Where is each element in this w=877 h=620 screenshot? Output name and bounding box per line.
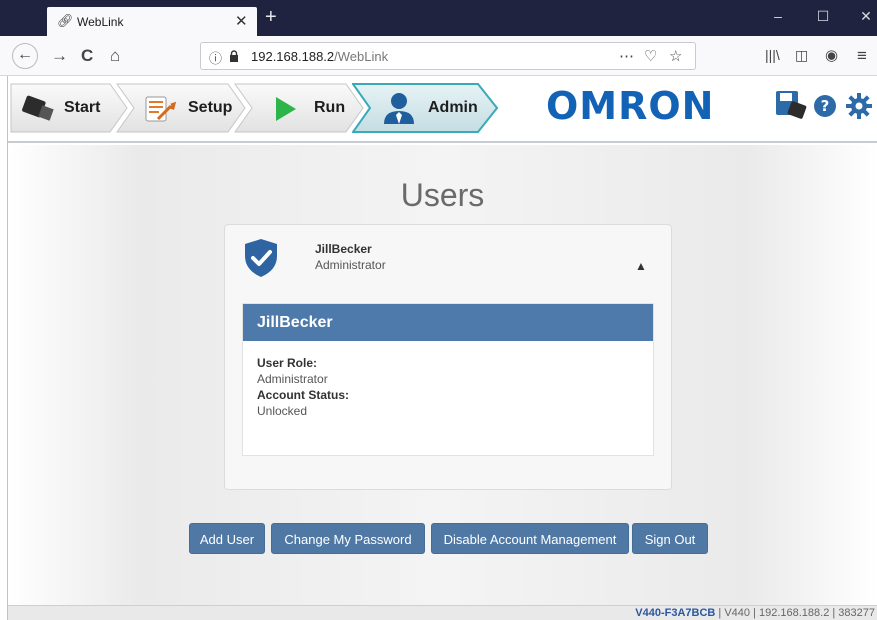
change-password-button[interactable]: Change My Password	[271, 523, 425, 554]
step-run[interactable]: Run	[234, 83, 364, 133]
url-host: 192.168.188.2	[251, 49, 335, 64]
shield-check-icon	[245, 239, 277, 277]
svg-text:?: ?	[821, 97, 830, 115]
status-text: V440-F3A7BCB | V440 | 192.168.188.2 | 38…	[635, 607, 875, 619]
omron-logo: OMRON	[546, 84, 715, 128]
back-icon[interactable]: ←	[12, 43, 38, 69]
browser-titlebar: 🔗︎ WebLink ✕ + – ☐ ✕	[0, 0, 877, 36]
home-icon[interactable]: ⌂	[110, 46, 120, 66]
disable-account-management-button[interactable]: Disable Account Management	[431, 523, 629, 554]
page-title: Users	[400, 177, 485, 213]
app-header: Start Setup Run Admin OMRON ?	[8, 77, 877, 143]
gear-icon[interactable]	[846, 93, 872, 119]
close-tab-icon[interactable]: ✕	[235, 12, 248, 30]
account-status-label: Account Status:	[257, 388, 350, 402]
detail-body: User Role: Administrator Account Status:…	[243, 341, 653, 419]
info-icon[interactable]: ⓘ	[209, 48, 222, 67]
step-start-label: Start	[64, 99, 101, 116]
user-detail-panel: JillBecker User Role: Administrator Acco…	[242, 303, 654, 456]
detail-title: JillBecker	[243, 304, 653, 341]
pocket-icon[interactable]: ♡	[644, 47, 657, 65]
url-bar[interactable]: ⓘ 192.168.188.2/WebLink ⋯ ♡ ☆	[200, 42, 696, 70]
step-admin-label: Admin	[428, 99, 478, 116]
reload-icon[interactable]: C	[81, 46, 93, 66]
add-user-button[interactable]: Add User	[189, 523, 265, 554]
sign-out-button[interactable]: Sign Out	[632, 523, 708, 554]
step-admin[interactable]: Admin	[352, 83, 498, 133]
user-role-label: User Role:	[257, 356, 318, 370]
browser-tab[interactable]: 🔗︎ WebLink ✕	[47, 7, 257, 36]
wrench-icon	[145, 96, 177, 122]
save-camera-icon[interactable]	[775, 89, 809, 123]
window-close-icon[interactable]: ✕	[846, 8, 877, 25]
camera-icon	[22, 95, 54, 121]
user-role: Administrator	[315, 258, 386, 272]
sidebar-icon[interactable]: ◫	[795, 47, 808, 64]
library-icon[interactable]: |||\	[765, 47, 780, 63]
user-card[interactable]: JillBecker Administrator ▲ JillBecker Us…	[224, 224, 672, 490]
bookmark-star-icon[interactable]: ☆	[669, 47, 682, 65]
help-icon[interactable]: ?	[813, 94, 837, 118]
minimize-icon[interactable]: –	[758, 8, 798, 24]
url-path: /WebLink	[334, 49, 389, 64]
step-setup-label: Setup	[188, 99, 233, 116]
tab-title: WebLink	[77, 15, 124, 29]
status-details: | V440 | 192.168.188.2 | 383277	[715, 607, 875, 619]
page-actions-icon[interactable]: ⋯	[619, 47, 634, 65]
left-edge	[0, 76, 8, 620]
main-content: Users JillBecker Administrator ▲ JillBec…	[8, 145, 877, 605]
forward-icon[interactable]: →	[51, 46, 68, 66]
url-text: 192.168.188.2/WebLink	[251, 49, 388, 64]
lock-icon	[230, 50, 238, 62]
device-id: V440-F3A7BCB	[635, 607, 716, 619]
maximize-icon[interactable]: ☐	[803, 8, 843, 25]
step-setup[interactable]: Setup	[116, 83, 246, 133]
play-icon	[276, 97, 296, 121]
step-run-label: Run	[314, 99, 346, 116]
browser-navbar: ← → C ⌂ ⓘ 192.168.188.2/WebLink ⋯ ♡ ☆ ||…	[0, 36, 877, 76]
link-icon: 🔗︎	[57, 13, 74, 28]
collapse-chevron-icon[interactable]: ▲	[635, 259, 647, 273]
step-start[interactable]: Start	[10, 83, 128, 133]
user-name: JillBecker	[315, 242, 372, 256]
status-bar: V440-F3A7BCB | V440 | 192.168.188.2 | 38…	[8, 605, 877, 620]
account-icon[interactable]: ◉	[825, 46, 838, 64]
user-role-value: Administrator	[257, 372, 328, 386]
new-tab-icon[interactable]: +	[265, 6, 277, 29]
account-status-value: Unlocked	[257, 404, 308, 418]
user-icon	[384, 93, 414, 124]
menu-icon[interactable]: ≡	[857, 46, 867, 66]
